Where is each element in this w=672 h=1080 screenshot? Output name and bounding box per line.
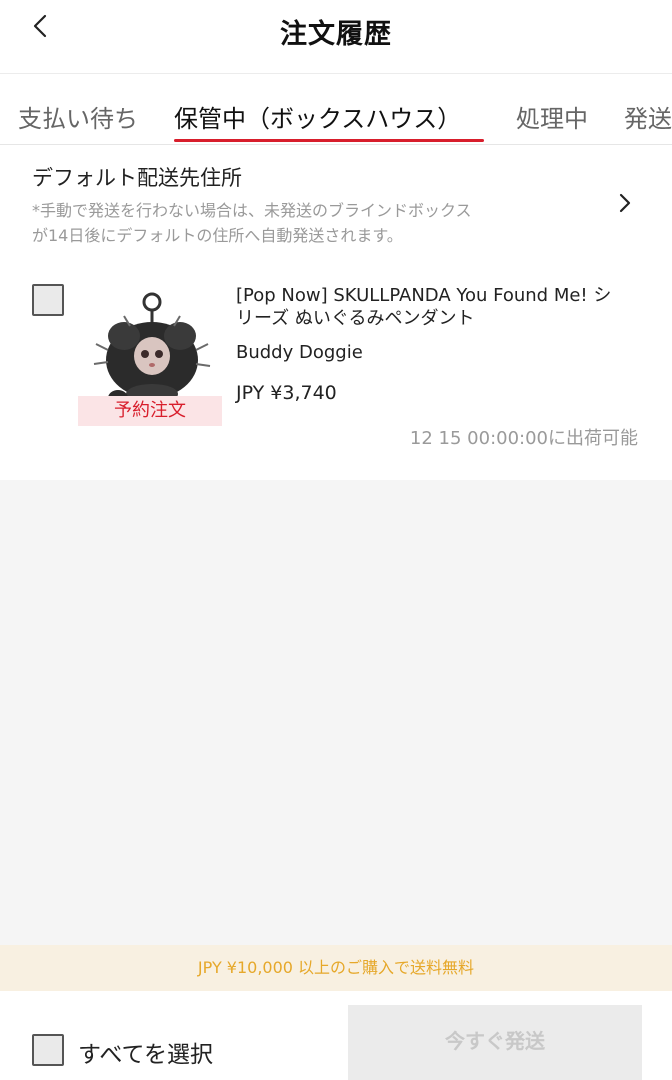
preorder-badge: 予約注文	[78, 396, 222, 426]
chevron-right-icon	[619, 193, 631, 213]
address-title: デフォルト配送先住所	[32, 166, 242, 190]
select-all-label[interactable]: すべてを選択	[78, 1035, 213, 1069]
ship-now-button[interactable]: 今すぐ発送	[348, 1005, 642, 1080]
item-name[interactable]: [Pop Now] SKULLPANDA You Found Me! シ リーズ…	[236, 284, 646, 330]
address-note-line-2: が14日後にデフォルトの住所へ自動発送されます。	[32, 226, 403, 245]
item-name-line-1: [Pop Now] SKULLPANDA You Found Me! シ	[236, 285, 612, 306]
tab-in-storage[interactable]: 保管中（ボックスハウス）	[174, 99, 461, 134]
item-variant: Buddy Doggie	[236, 342, 363, 363]
bottom-action-bar: すべてを選択 今すぐ発送	[0, 991, 672, 1080]
tab-processing[interactable]: 処理中	[516, 99, 588, 134]
app-header: 注文履歴	[0, 0, 672, 74]
page-title: 注文履歴	[280, 19, 392, 50]
item-checkbox[interactable]	[32, 284, 64, 316]
free-shipping-banner: JPY ¥10,000 以上のご購入で送料無料	[0, 945, 672, 991]
tab-shipped[interactable]: 発送	[624, 99, 672, 134]
select-all-checkbox[interactable]	[32, 1034, 64, 1066]
default-address-row[interactable]: デフォルト配送先住所 *手動で発送を行わない場合は、未発送のブラインドボックス …	[0, 146, 672, 260]
order-item: 予約注文 [Pop Now] SKULLPANDA You Found Me! …	[0, 262, 672, 480]
item-name-line-2: リーズ ぬいぐるみペンダント	[236, 308, 475, 329]
address-note: *手動で発送を行わない場合は、未発送のブラインドボックス が14日後にデフォルト…	[32, 198, 552, 248]
active-tab-indicator	[174, 139, 484, 142]
address-note-line-1: *手動で発送を行わない場合は、未発送のブラインドボックス	[32, 201, 472, 220]
item-ship-date: 12 15 00:00:00に出荷可能	[409, 428, 638, 449]
order-status-tabs: 支払い待ち 保管中（ボックスハウス） 処理中 発送	[0, 75, 672, 145]
tab-awaiting-payment[interactable]: 支払い待ち	[18, 99, 138, 134]
item-price: JPY ¥3,740	[236, 382, 337, 404]
empty-list-area	[0, 480, 672, 945]
